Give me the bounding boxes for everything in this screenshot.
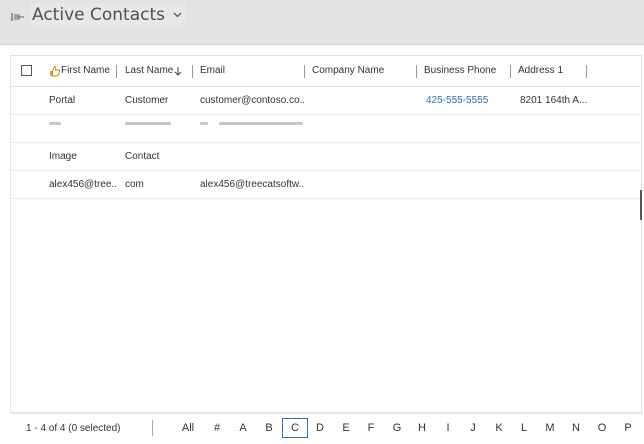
column-divider[interactable] xyxy=(192,65,193,78)
jump-letter-o[interactable]: O xyxy=(593,418,611,438)
cell-business-phone[interactable]: 425-555-5555 xyxy=(426,87,510,114)
jump-letter-h[interactable]: H xyxy=(413,418,431,438)
column-divider[interactable] xyxy=(304,65,305,78)
column-header-first-name[interactable]: First Name xyxy=(61,56,110,86)
column-header-company-name[interactable]: Company Name xyxy=(312,56,384,86)
jump-letter-b[interactable]: B xyxy=(260,418,278,438)
cell-email xyxy=(200,143,304,170)
jump-letter-j[interactable]: J xyxy=(464,418,482,438)
grid-footer: 1 - 4 of 4 (0 selected) All # A B C D E … xyxy=(10,413,642,444)
record-count: 1 - 4 of 4 (0 selected) xyxy=(26,423,121,434)
clipped-text xyxy=(49,122,61,125)
view-title: Active Contacts xyxy=(32,5,165,25)
column-divider[interactable] xyxy=(116,65,117,78)
column-header-email[interactable]: Email xyxy=(200,56,225,86)
column-header-address-1[interactable]: Address 1 xyxy=(518,56,563,86)
clipped-text xyxy=(125,122,171,125)
jump-letter-c[interactable]: C xyxy=(282,418,308,438)
contacts-grid: First Name Last Name Email Company Name … xyxy=(10,55,642,413)
clipped-text xyxy=(219,122,303,125)
table-row[interactable]: Image Contact xyxy=(11,143,641,171)
resize-handle[interactable] xyxy=(640,190,642,220)
jump-letter-g[interactable]: G xyxy=(388,418,406,438)
view-selector[interactable]: Active Contacts xyxy=(30,3,186,27)
jump-letter-p[interactable]: P xyxy=(619,418,637,438)
jump-letter-l[interactable]: L xyxy=(515,418,533,438)
cell-address-1: 8201 164th A... xyxy=(520,95,588,106)
jump-letter-k[interactable]: K xyxy=(490,418,508,438)
thumbs-up-icon xyxy=(50,66,60,77)
jump-letter-m[interactable]: M xyxy=(541,418,559,438)
sort-descending-icon xyxy=(174,67,182,76)
column-header-last-name[interactable]: Last Name xyxy=(125,56,173,86)
jump-letter-f[interactable]: F xyxy=(362,418,380,438)
jump-letter-d[interactable]: D xyxy=(311,418,329,438)
cell-last-name: Contact xyxy=(125,151,160,162)
view-header: Active Contacts xyxy=(0,0,644,45)
chevron-down-icon xyxy=(173,12,182,18)
column-divider[interactable] xyxy=(586,65,587,78)
cell-last-name: Customer xyxy=(125,95,169,106)
clipped-text xyxy=(200,122,208,125)
table-row[interactable] xyxy=(11,115,641,143)
jump-letter-all[interactable]: All xyxy=(176,418,200,438)
jump-letter-n[interactable]: N xyxy=(567,418,585,438)
column-header-business-phone[interactable]: Business Phone xyxy=(424,56,496,86)
table-row[interactable]: Portal Customer customer@contoso.co... 4… xyxy=(11,87,641,115)
cell-first-name: Portal xyxy=(49,95,76,106)
table-row[interactable]: alex456@tree... com alex456@treecatsoftw… xyxy=(11,171,641,199)
cell-first-name: Image xyxy=(49,151,77,162)
cell-email: alex456@treecatsoftw... xyxy=(200,179,304,190)
pin-icon[interactable] xyxy=(11,10,25,22)
jump-letter-e[interactable]: E xyxy=(337,418,355,438)
grid-header-row: First Name Last Name Email Company Name … xyxy=(11,56,641,87)
cell-last-name: com xyxy=(125,179,144,190)
jump-letter-hash[interactable]: # xyxy=(208,418,226,438)
cell-first-name: alex456@tree... xyxy=(49,179,117,190)
cell-company-name xyxy=(312,87,416,114)
column-divider[interactable] xyxy=(510,65,511,78)
select-all-checkbox[interactable] xyxy=(21,65,32,76)
footer-divider xyxy=(152,420,153,436)
cell-email: customer@contoso.co... xyxy=(200,95,304,106)
jump-letter-a[interactable]: A xyxy=(234,418,252,438)
jump-letter-i[interactable]: I xyxy=(439,418,457,438)
column-divider[interactable] xyxy=(416,65,417,78)
